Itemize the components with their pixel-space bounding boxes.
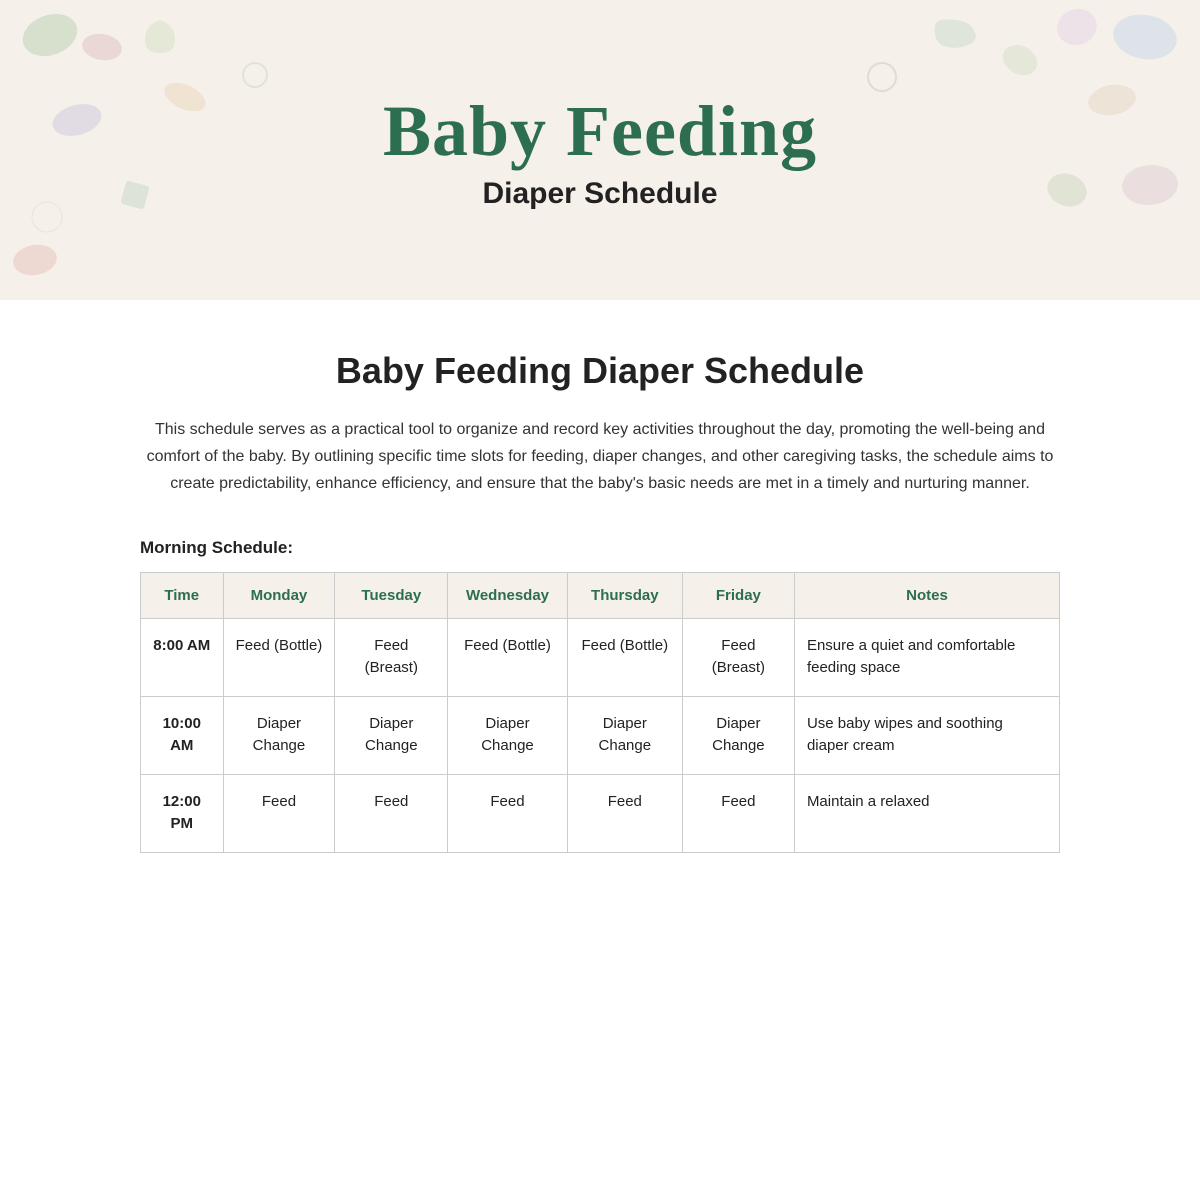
deco-shape-16 <box>240 60 270 90</box>
table-cell: Diaper Change <box>682 696 794 774</box>
deco-shape-17 <box>10 240 60 280</box>
header: Baby Feeding Diaper Schedule <box>0 0 1200 300</box>
deco-shape-15 <box>865 60 900 95</box>
table-cell: Diaper Change <box>567 696 682 774</box>
table-cell: 10:00 AM <box>141 696 224 774</box>
deco-shape-9 <box>1055 5 1100 50</box>
deco-shape-6 <box>30 200 65 235</box>
col-time: Time <box>141 572 224 618</box>
deco-shape-11 <box>1000 40 1040 80</box>
table-cell: Ensure a quiet and comfortable feeding s… <box>794 618 1059 696</box>
page-description: This schedule serves as a practical tool… <box>140 416 1060 498</box>
table-cell: Use baby wipes and soothing diaper cream <box>794 696 1059 774</box>
table-cell: Diaper Change <box>448 696 568 774</box>
table-header-row: Time Monday Tuesday Wednesday Thursday F… <box>141 572 1060 618</box>
table-cell: Feed (Breast) <box>335 618 448 696</box>
col-wednesday: Wednesday <box>448 572 568 618</box>
deco-shape-12 <box>1120 160 1180 210</box>
table-cell: Feed (Breast) <box>682 618 794 696</box>
main-content: Baby Feeding Diaper Schedule This schedu… <box>100 300 1100 913</box>
header-subtitle: Diaper Schedule <box>482 177 717 211</box>
deco-shape-8 <box>1110 10 1180 65</box>
morning-schedule-table: Time Monday Tuesday Wednesday Thursday F… <box>140 572 1060 853</box>
page-title: Baby Feeding Diaper Schedule <box>140 350 1060 392</box>
table-row: 12:00 PMFeedFeedFeedFeedFeedMaintain a r… <box>141 774 1060 852</box>
table-cell: Diaper Change <box>223 696 335 774</box>
table-cell: Feed <box>223 774 335 852</box>
col-tuesday: Tuesday <box>335 572 448 618</box>
deco-shape-2 <box>80 30 125 65</box>
col-monday: Monday <box>223 572 335 618</box>
deco-shape-14 <box>930 15 980 50</box>
deco-shape-7 <box>120 180 150 210</box>
deco-shape-3 <box>50 100 105 140</box>
morning-schedule-label: Morning Schedule: <box>140 538 1060 558</box>
deco-shape-4 <box>140 15 180 55</box>
table-cell: Feed (Bottle) <box>448 618 568 696</box>
col-thursday: Thursday <box>567 572 682 618</box>
table-cell: Feed (Bottle) <box>223 618 335 696</box>
table-row: 10:00 AMDiaper ChangeDiaper ChangeDiaper… <box>141 696 1060 774</box>
table-cell: Feed <box>448 774 568 852</box>
deco-shape-1 <box>20 10 80 60</box>
table-cell: Feed <box>567 774 682 852</box>
table-cell: Feed <box>682 774 794 852</box>
deco-shape-5 <box>160 80 210 115</box>
table-cell: Feed <box>335 774 448 852</box>
deco-shape-13 <box>1045 170 1090 210</box>
header-title: Baby Feeding <box>383 90 817 173</box>
table-cell: 12:00 PM <box>141 774 224 852</box>
table-cell: 8:00 AM <box>141 618 224 696</box>
table-cell: Diaper Change <box>335 696 448 774</box>
deco-shape-10 <box>1085 80 1140 120</box>
table-row: 8:00 AMFeed (Bottle)Feed (Breast)Feed (B… <box>141 618 1060 696</box>
col-friday: Friday <box>682 572 794 618</box>
col-notes: Notes <box>794 572 1059 618</box>
table-cell: Maintain a relaxed <box>794 774 1059 852</box>
table-cell: Feed (Bottle) <box>567 618 682 696</box>
